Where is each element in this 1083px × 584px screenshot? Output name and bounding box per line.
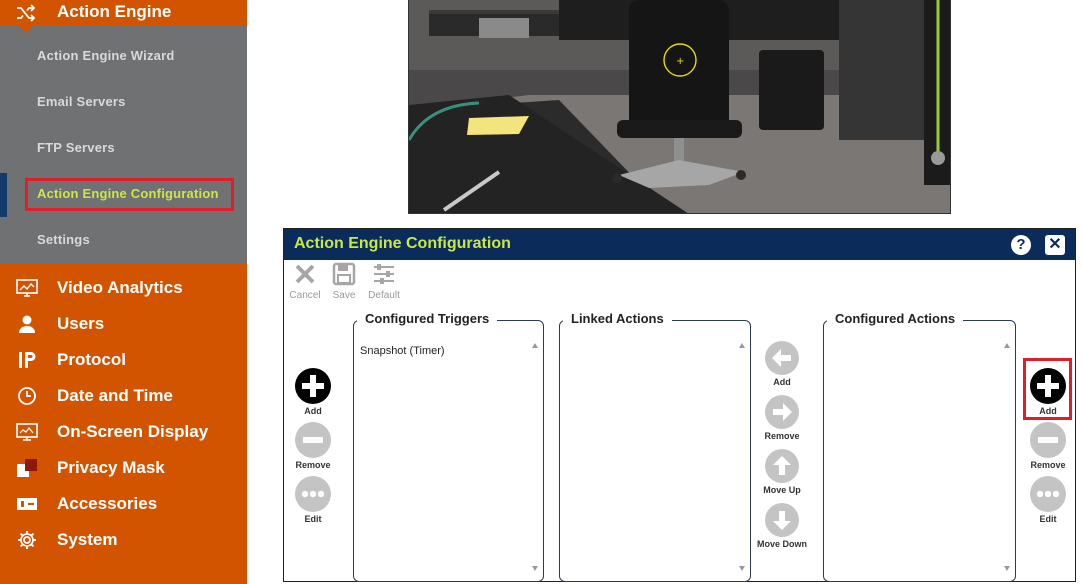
scroll-up-icon[interactable]	[739, 343, 745, 348]
submenu-item-ftp-servers[interactable]: FTP Servers	[37, 140, 115, 155]
accessories-icon	[17, 498, 37, 510]
arrow-up-icon	[765, 449, 799, 483]
submenu-item-email-servers[interactable]: Email Servers	[37, 94, 126, 109]
submenu-item-wizard[interactable]: Action Engine Wizard	[37, 48, 175, 63]
svg-text:+: +	[676, 56, 684, 67]
add-circle-icon	[1030, 368, 1066, 404]
panel-title: Configured Triggers	[357, 307, 498, 330]
menu-item-protocol[interactable]: Protocol	[0, 342, 247, 378]
menu-item-users[interactable]: Users	[0, 306, 247, 342]
menu-item-privacy-mask[interactable]: Privacy Mask	[0, 450, 247, 486]
camera-image: +	[409, 0, 950, 213]
dialog-titlebar: Action Engine Configuration ? ✕	[284, 229, 1075, 260]
menu-item-date-and-time[interactable]: Date and Time	[0, 378, 247, 414]
menu-item-system[interactable]: System	[0, 522, 247, 558]
shuffle-icon	[17, 4, 36, 22]
arrow-right-icon	[765, 395, 799, 429]
action-remove-button[interactable]: Remove	[1018, 421, 1078, 470]
cancel-x-icon	[295, 264, 315, 284]
save-button[interactable]: Save	[324, 262, 364, 301]
actions-list[interactable]	[830, 341, 999, 573]
configured-triggers-panel: Configured Triggers Snapshot (Timer)	[353, 307, 544, 582]
menu-label: Protocol	[57, 350, 126, 369]
edit-label: Edit	[1039, 514, 1057, 524]
active-indicator-bar	[0, 173, 7, 217]
panel-title: Configured Actions	[827, 307, 964, 330]
triggers-list[interactable]: Snapshot (Timer)	[360, 341, 527, 573]
move-down-label: Move Down	[756, 539, 807, 549]
save-label: Save	[332, 290, 356, 301]
action-edit-button[interactable]: Edit	[1018, 475, 1078, 524]
sidebar-header-action-engine[interactable]: Action Engine	[0, 0, 247, 26]
remove-label: Remove	[295, 460, 331, 470]
display-icon	[16, 423, 38, 441]
action-engine-configuration-dialog: Action Engine Configuration ? ✕ Cancel S…	[283, 228, 1076, 582]
link-add-button[interactable]: Add	[752, 340, 812, 387]
list-item[interactable]: Snapshot (Timer)	[360, 345, 527, 357]
add-label: Add	[773, 377, 791, 387]
more-dots-icon	[1030, 476, 1066, 512]
scroll-up-icon[interactable]	[1004, 343, 1010, 348]
help-icon[interactable]: ?	[1011, 235, 1031, 255]
save-floppy-icon	[332, 262, 356, 286]
sidebar: Action Engine Action Engine Wizard Email…	[0, 0, 247, 584]
remove-label: Remove	[764, 431, 800, 441]
scroll-up-icon[interactable]	[532, 343, 538, 348]
clock-icon	[18, 387, 36, 405]
camera-live-view[interactable]: +	[408, 0, 951, 214]
trigger-add-button[interactable]: Add	[283, 367, 343, 416]
menu-label: Privacy Mask	[57, 458, 165, 477]
remove-circle-icon	[295, 422, 331, 458]
sidebar-header-label: Action Engine	[57, 2, 172, 21]
action-add-button[interactable]: Add	[1018, 367, 1078, 416]
menu-label: Video Analytics	[57, 278, 183, 297]
privacy-mask-icon	[17, 459, 37, 477]
highlight-box-active-item	[25, 178, 234, 211]
trigger-edit-button[interactable]: Edit	[283, 475, 343, 524]
sliders-icon	[374, 264, 394, 284]
submenu-item-settings[interactable]: Settings	[37, 232, 90, 247]
add-circle-icon	[295, 368, 331, 404]
menu-item-video-analytics[interactable]: Video Analytics	[0, 270, 247, 306]
arrow-left-icon	[765, 341, 799, 375]
gear-icon	[18, 531, 36, 549]
menu-label: Users	[57, 314, 105, 333]
menu-label: Accessories	[57, 494, 158, 513]
menu-label: System	[57, 530, 118, 549]
linked-actions-panel: Linked Actions	[559, 307, 751, 582]
menu-label: Date and Time	[57, 386, 173, 405]
submenu-caret	[19, 26, 33, 33]
action-engine-submenu: Action Engine Wizard Email Servers FTP S…	[0, 26, 247, 264]
default-label: Default	[368, 290, 400, 301]
configured-actions-panel: Configured Actions	[823, 307, 1016, 582]
move-up-button[interactable]: Move Up	[752, 448, 812, 495]
cancel-label: Cancel	[289, 290, 321, 301]
menu-item-on-screen-display[interactable]: On-Screen Display	[0, 414, 247, 450]
scroll-down-icon[interactable]	[739, 566, 745, 571]
move-down-button[interactable]: Move Down	[752, 502, 812, 549]
add-label: Add	[304, 406, 322, 416]
dialog-title: Action Engine Configuration	[294, 235, 511, 252]
remove-circle-icon	[1030, 422, 1066, 458]
user-icon	[19, 315, 35, 333]
cancel-button[interactable]: Cancel	[285, 262, 325, 301]
link-remove-button[interactable]: Remove	[752, 394, 812, 441]
arrow-down-icon	[765, 503, 799, 537]
linked-actions-list[interactable]	[566, 341, 734, 573]
close-icon[interactable]: ✕	[1045, 235, 1065, 255]
more-dots-icon	[295, 476, 331, 512]
panel-title: Linked Actions	[563, 307, 672, 330]
menu-item-accessories[interactable]: Accessories	[0, 486, 247, 522]
trigger-remove-button[interactable]: Remove	[283, 421, 343, 470]
scroll-down-icon[interactable]	[1004, 566, 1010, 571]
scroll-down-icon[interactable]	[532, 566, 538, 571]
edit-label: Edit	[304, 514, 322, 524]
monitor-chart-icon	[16, 279, 38, 297]
default-button[interactable]: Default	[364, 262, 404, 301]
menu-label: On-Screen Display	[57, 422, 209, 441]
add-label: Add	[1039, 406, 1057, 416]
remove-label: Remove	[1030, 460, 1066, 470]
move-up-label: Move Up	[763, 485, 801, 495]
ip-icon	[19, 352, 36, 368]
